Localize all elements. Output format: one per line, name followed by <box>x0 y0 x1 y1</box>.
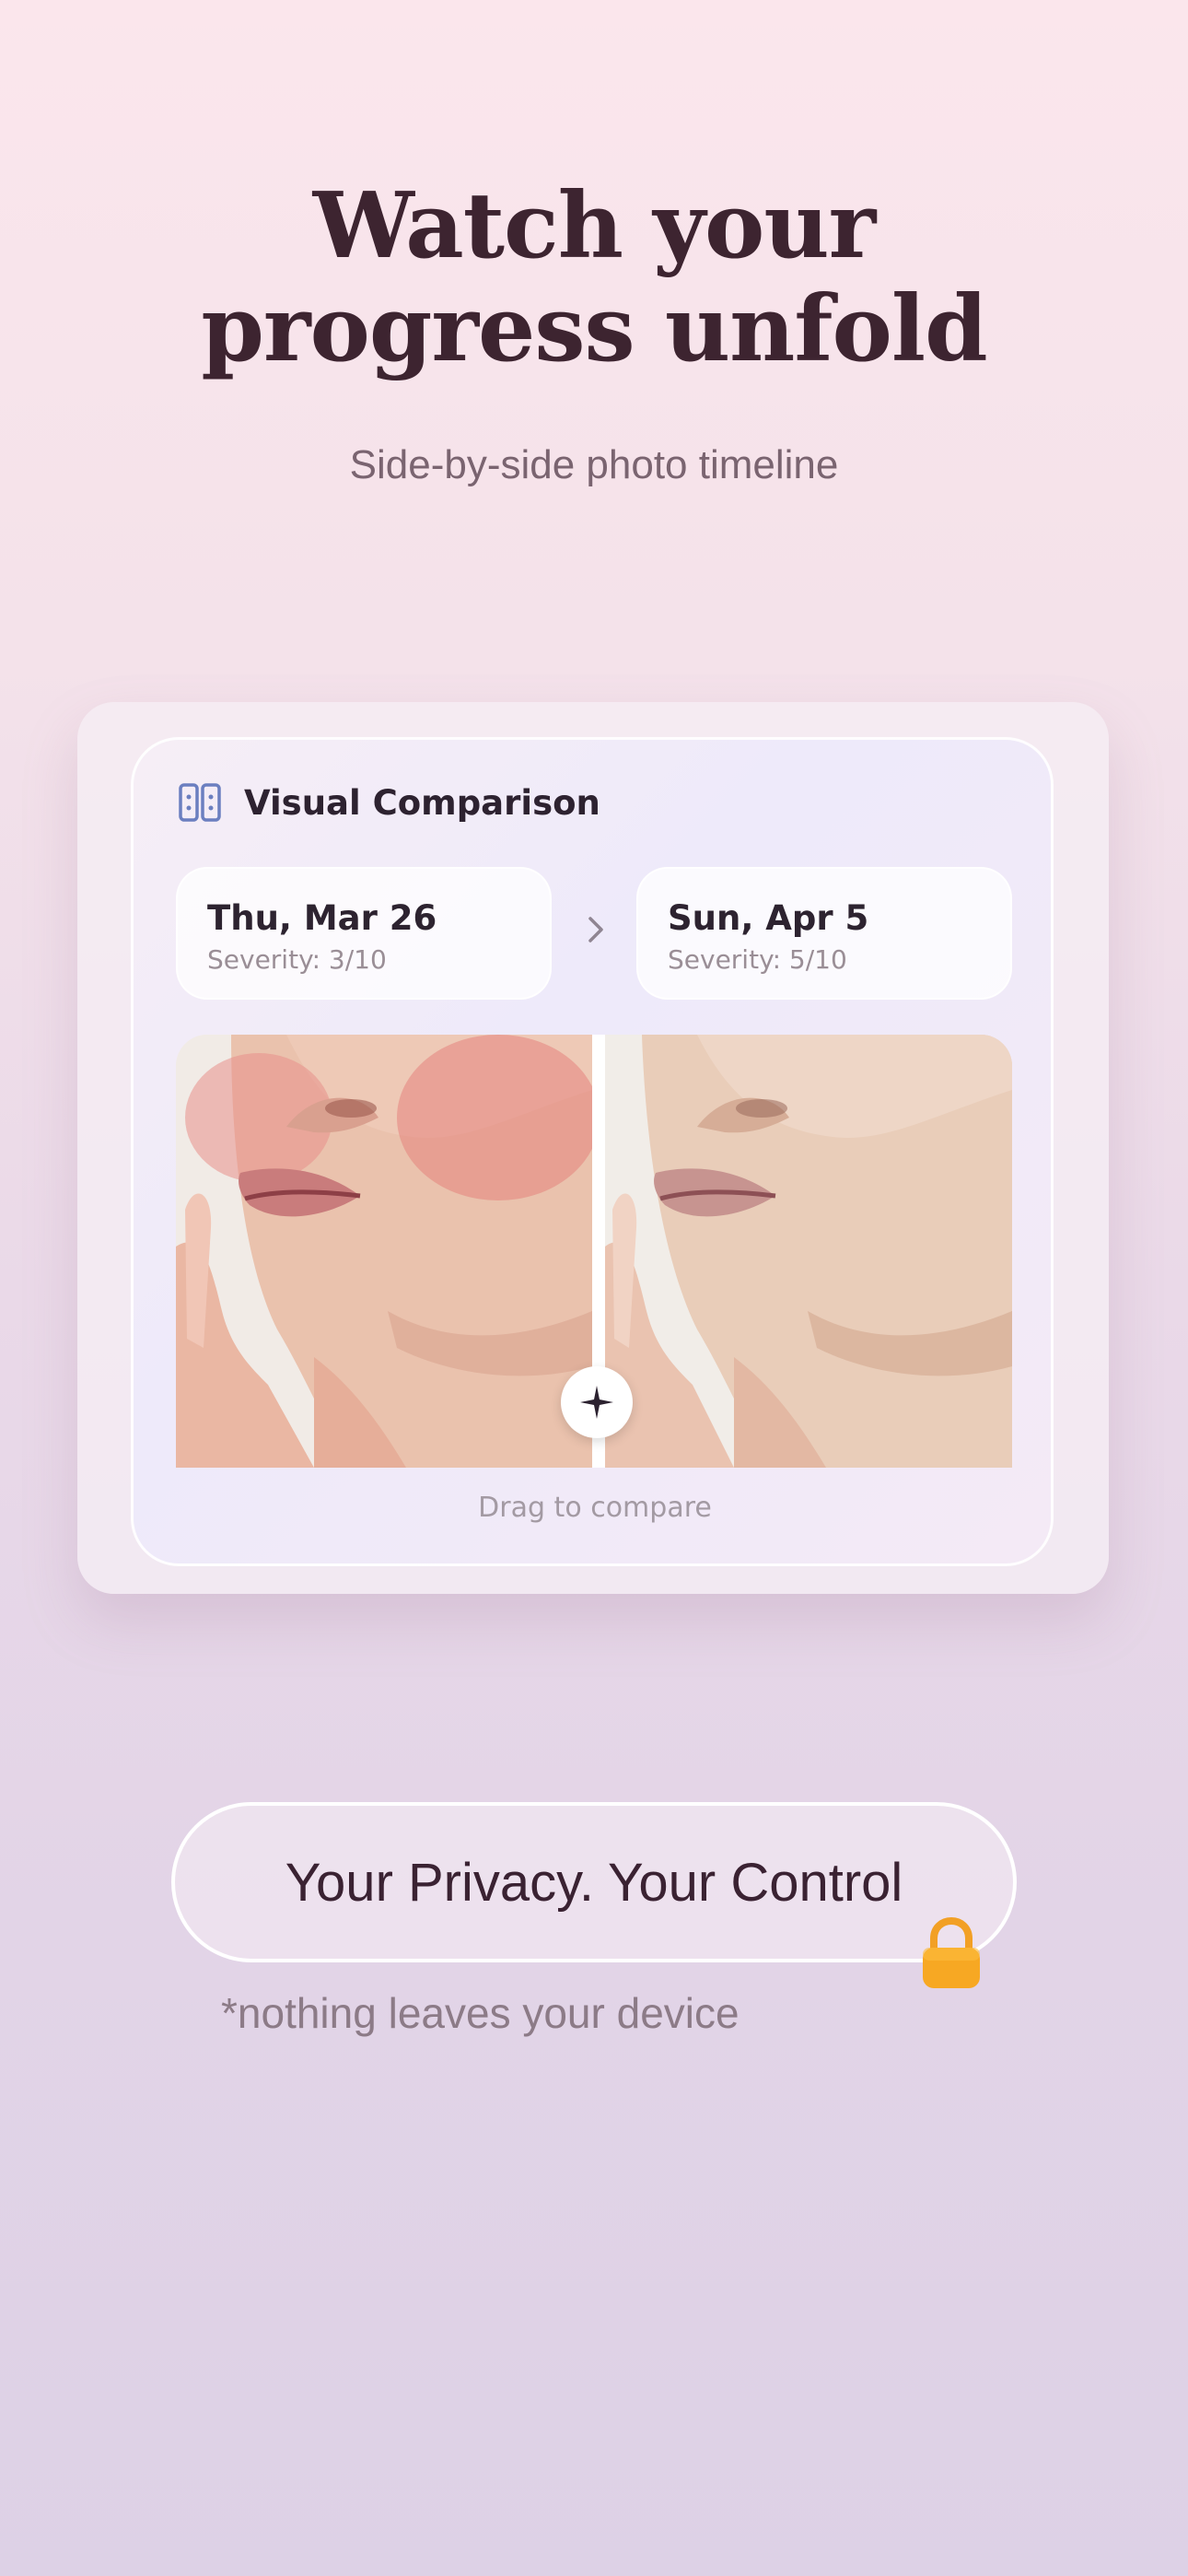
before-date-chip[interactable]: Thu, Mar 26 Severity: 3/10 <box>176 867 552 1000</box>
comparison-title: Visual Comparison <box>244 782 600 823</box>
compare-columns-icon <box>179 783 221 822</box>
before-photo <box>176 1035 592 1468</box>
after-photo <box>605 1035 1012 1468</box>
subtitle: Side-by-side photo timeline <box>349 442 839 487</box>
before-date: Thu, Mar 26 <box>207 898 437 938</box>
slider-handle[interactable] <box>561 1366 633 1438</box>
after-date-chip[interactable]: Sun, Apr 5 Severity: 5/10 <box>636 867 1012 1000</box>
before-severity: Severity: 3/10 <box>207 944 387 975</box>
comparison-slider[interactable] <box>176 1035 1012 1468</box>
drag-hint: Drag to compare <box>478 1492 712 1524</box>
privacy-footnote: *nothing leaves your device <box>221 1989 740 2037</box>
lock-icon <box>923 1916 980 1988</box>
headline: Watch your progress unfold <box>0 175 1188 381</box>
chevron-right-icon <box>588 917 603 943</box>
sparkle-icon <box>580 1386 613 1419</box>
headline-line-2: progress unfold <box>201 276 987 382</box>
headline-line-1: Watch your <box>312 173 877 279</box>
comparison-panel: Visual Comparison Thu, Mar 26 Severity: … <box>131 737 1054 1566</box>
after-date: Sun, Apr 5 <box>668 898 869 938</box>
after-severity: Severity: 5/10 <box>668 944 847 975</box>
comparison-card: Visual Comparison Thu, Mar 26 Severity: … <box>77 702 1109 1594</box>
privacy-button[interactable]: Your Privacy. Your Control <box>171 1802 1017 1962</box>
comparison-header: Visual Comparison <box>178 782 600 823</box>
privacy-button-label: Your Privacy. Your Control <box>285 1852 903 1913</box>
